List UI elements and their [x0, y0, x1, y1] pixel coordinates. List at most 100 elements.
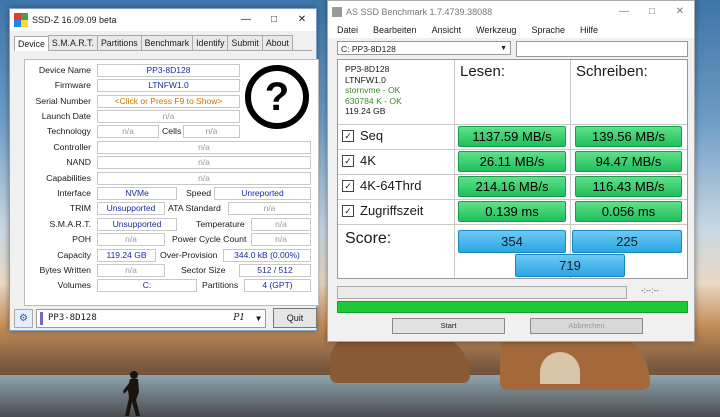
tab-benchmark[interactable]: Benchmark	[140, 35, 194, 50]
chevron-down-icon[interactable]: ▼	[256, 310, 261, 327]
result-seq-write: 139.56 MB/s	[575, 126, 682, 147]
tab-partitions[interactable]: Partitions	[96, 35, 142, 50]
abort-button[interactable]: Abbrechen	[530, 318, 643, 334]
quit-button[interactable]: Quit	[273, 308, 317, 328]
menubar: Datei Bearbeiten Ansicht Werkzeug Sprach…	[328, 22, 694, 38]
asssd-title: AS SSD Benchmark 1.7.4739.38088	[346, 6, 493, 17]
tab-smart[interactable]: S.M.A.R.T.	[47, 35, 98, 50]
result-4k-read: 26.11 MB/s	[458, 151, 566, 172]
tab-about[interactable]: About	[261, 35, 293, 50]
value-temperature: n/a	[251, 218, 311, 231]
score-total: 719	[515, 254, 625, 277]
drive-size: 119.24 GB	[345, 106, 386, 116]
test-access[interactable]: ✓ Zugriffszeit	[342, 203, 423, 218]
ssdz-bottom-bar: ⚙ PP3-8D128 P1 ▼ Quit	[14, 308, 317, 328]
close-icon[interactable]: ✕	[666, 1, 694, 23]
result-access-write: 0.056 ms	[575, 201, 682, 222]
drive-model: PP3-8D128	[345, 64, 390, 74]
tab-submit[interactable]: Submit	[227, 35, 263, 50]
value-technology: n/a	[97, 125, 159, 138]
asssd-app-icon	[332, 7, 342, 17]
menu-sprache[interactable]: Sprache	[531, 25, 565, 35]
checkbox-icon[interactable]: ✓	[342, 129, 354, 142]
value-sector-size: 512 / 512	[239, 264, 311, 277]
drive-info: PP3-8D128 LTNFW1.0 stornvme - OK 630784 …	[345, 64, 402, 117]
menu-bearbeiten[interactable]: Bearbeiten	[373, 25, 417, 35]
value-device-name: PP3-8D128	[97, 64, 240, 77]
chevron-down-icon[interactable]: ▼	[500, 42, 507, 56]
test-seq-label: Seq	[360, 128, 384, 143]
value-ata-standard: n/a	[228, 202, 311, 215]
checkbox-icon[interactable]: ✓	[342, 154, 354, 167]
test-4k64[interactable]: ✓ 4K-64Thrd	[342, 178, 421, 193]
value-volumes: C:	[97, 279, 197, 292]
desktop-arch-opening	[540, 352, 580, 384]
label-cells: Cells	[162, 126, 182, 136]
maximize-icon[interactable]: □	[638, 1, 666, 23]
device-info-panel: Device Name PP3-8D128 Firmware LTNFW1.0 …	[24, 59, 319, 306]
menu-ansicht[interactable]: Ansicht	[432, 25, 462, 35]
value-trim: Unsupported	[97, 202, 165, 215]
label-technology: Technology	[47, 126, 91, 136]
maximize-icon[interactable]: □	[260, 9, 288, 31]
value-capacity: 119.24 GB	[97, 249, 156, 262]
ssdz-window: SSD-Z 16.09.09 beta — □ ✕ Device S.M.A.R…	[9, 8, 319, 331]
test-seq[interactable]: ✓ Seq	[342, 128, 383, 143]
ssdz-titlebar[interactable]: SSD-Z 16.09.09 beta — □ ✕	[10, 9, 316, 31]
value-smart: Unsupported	[97, 218, 177, 231]
test-4k64-label: 4K-64Thrd	[360, 178, 422, 193]
menu-datei[interactable]: Datei	[337, 25, 358, 35]
label-controller: Controller	[53, 142, 91, 152]
path-input[interactable]	[516, 41, 688, 57]
test-access-label: Zugriffszeit	[360, 203, 424, 218]
start-button[interactable]: Start	[392, 318, 505, 334]
drive-select[interactable]: C: PP3-8D128 ▼	[337, 41, 511, 55]
score-label: Score:	[345, 230, 392, 247]
label-firmware: Firmware	[54, 80, 91, 90]
value-serial[interactable]: <Click or Press F9 to Show>	[97, 95, 240, 108]
asssd-window: AS SSD Benchmark 1.7.4739.38088 — □ ✕ Da…	[327, 0, 695, 342]
label-capacity: Capacity	[57, 250, 91, 260]
asssd-titlebar[interactable]: AS SSD Benchmark 1.7.4739.38088 — □ ✕	[328, 1, 694, 22]
label-serial: Serial Number	[35, 96, 91, 106]
value-power-cycle: n/a	[251, 233, 311, 246]
settings-icon[interactable]: ⚙	[14, 309, 33, 328]
value-over-provision: 344.0 kB (0.00%)	[223, 249, 311, 262]
drive-image: ?	[244, 64, 310, 130]
value-interface: NVMe	[97, 187, 177, 200]
label-smart: S.M.A.R.T.	[49, 219, 91, 229]
minimize-icon[interactable]: —	[232, 9, 260, 31]
label-sector-size: Sector Size	[181, 265, 226, 275]
label-volumes: Volumes	[57, 280, 91, 290]
result-access-read: 0.139 ms	[458, 201, 566, 222]
test-4k-label: 4K	[360, 153, 376, 168]
value-poh: n/a	[97, 233, 165, 246]
ssdz-title: SSD-Z 16.09.09 beta	[32, 15, 117, 25]
tab-device[interactable]: Device	[14, 36, 49, 51]
label-speed: Speed	[186, 188, 212, 198]
minimize-icon[interactable]: —	[610, 1, 638, 23]
label-device-name: Device Name	[38, 65, 91, 75]
checkbox-icon[interactable]: ✓	[342, 204, 354, 217]
label-partitions: Partitions	[202, 280, 239, 290]
score-read: 354	[458, 230, 566, 253]
menu-hilfe[interactable]: Hilfe	[580, 25, 598, 35]
close-icon[interactable]: ✕	[288, 9, 316, 31]
svg-text:?: ?	[265, 75, 289, 119]
test-progress-bar	[337, 286, 627, 299]
value-bytes-written: n/a	[97, 264, 165, 277]
drive-select-combo[interactable]: PP3-8D128 P1 ▼	[36, 309, 266, 328]
test-4k[interactable]: ✓ 4K	[342, 153, 376, 168]
label-capabilities: Capabilities	[46, 173, 91, 183]
menu-werkzeug[interactable]: Werkzeug	[476, 25, 516, 35]
checkbox-icon[interactable]: ✓	[342, 179, 354, 192]
column-read-header: Lesen:	[460, 63, 506, 80]
drive-combo-suffix: P1	[233, 313, 245, 323]
label-bytes-written: Bytes Written	[39, 265, 92, 275]
tab-identify[interactable]: Identify	[192, 35, 229, 50]
label-poh: POH	[72, 234, 91, 244]
label-interface: Interface	[57, 188, 91, 198]
ssdz-tabbar: Device S.M.A.R.T. Partitions Benchmark I…	[14, 35, 312, 51]
column-write-header: Schreiben:	[576, 63, 648, 80]
ssdz-app-icon	[14, 13, 28, 27]
